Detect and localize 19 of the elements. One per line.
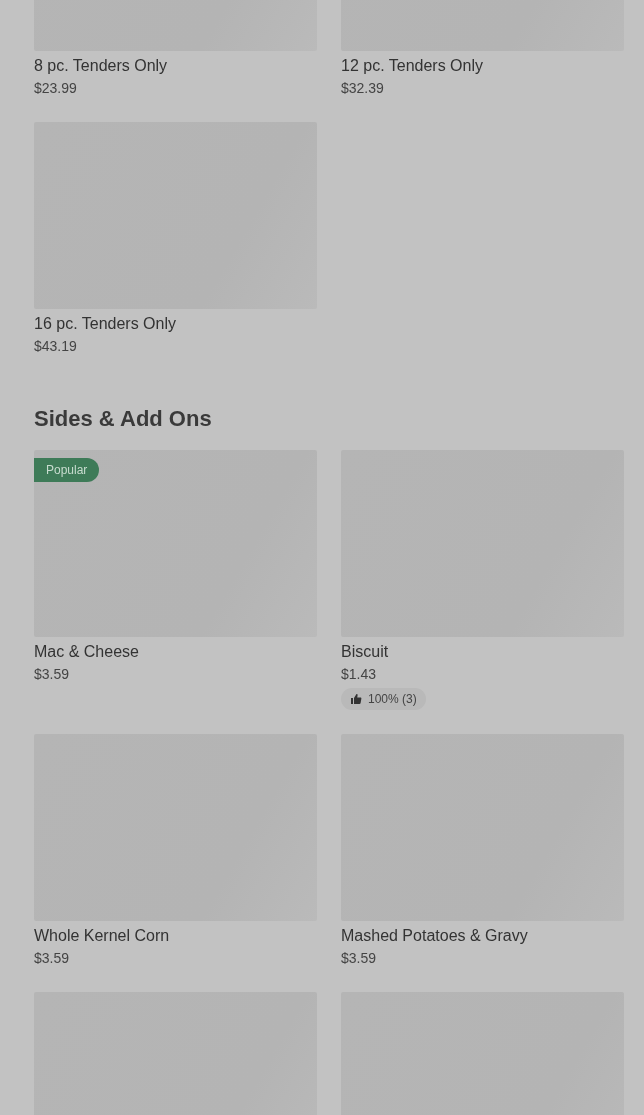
item-price: $3.59 — [34, 949, 71, 968]
item-price: $3.59 — [341, 949, 378, 968]
popular-badge: Popular — [34, 458, 100, 482]
item-price: $3.59 — [34, 665, 71, 684]
item-name: 8 pc. Tenders Only — [34, 56, 169, 76]
thumbs-up-icon — [350, 693, 362, 705]
item-price: $1.43 — [341, 665, 378, 684]
item-price: $43.19 — [34, 337, 78, 356]
image-placeholder[interactable]: Popular — [34, 450, 317, 637]
item-name: 12 pc. Tenders Only — [341, 56, 484, 76]
item-price: $32.39 — [341, 79, 385, 98]
item-name: Mac & Cheese — [34, 642, 140, 662]
item-name: Biscuit — [341, 642, 390, 662]
item-name: Whole Kernel Corn — [34, 926, 171, 946]
rating-pill: 100% (3) — [341, 688, 426, 710]
item-name: Mashed Potatoes & Gravy — [341, 926, 529, 946]
item-price: $23.99 — [34, 79, 78, 98]
section-heading: Sides & Add Ons — [34, 405, 213, 433]
item-name: 16 pc. Tenders Only — [34, 314, 177, 334]
